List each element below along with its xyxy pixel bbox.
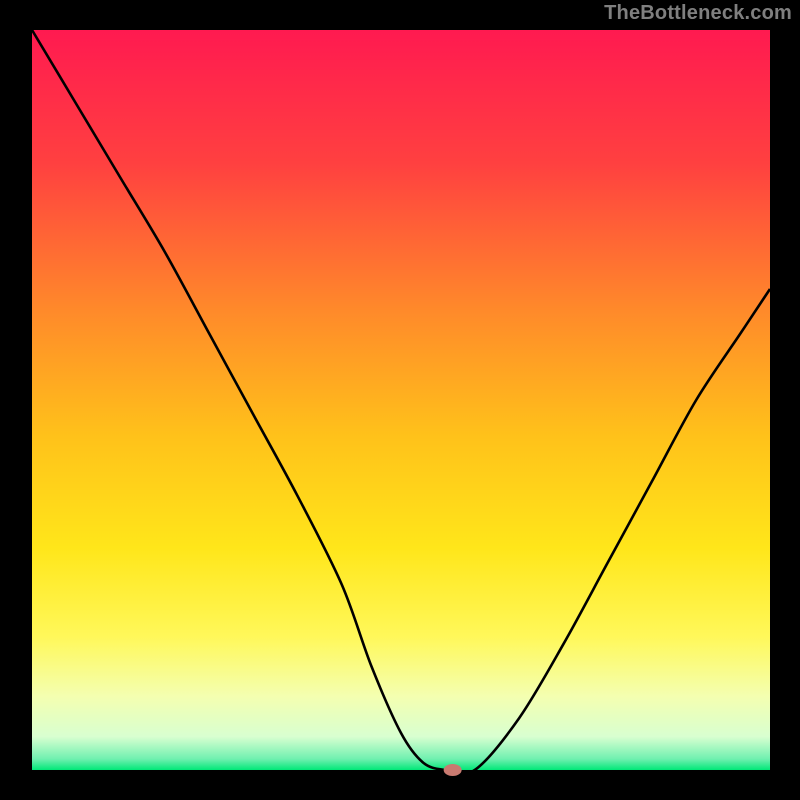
plot-background xyxy=(32,30,770,770)
bottleneck-chart xyxy=(0,0,800,800)
optimum-marker xyxy=(444,764,462,776)
watermark-label: TheBottleneck.com xyxy=(604,2,792,25)
chart-frame: TheBottleneck.com xyxy=(0,0,800,800)
